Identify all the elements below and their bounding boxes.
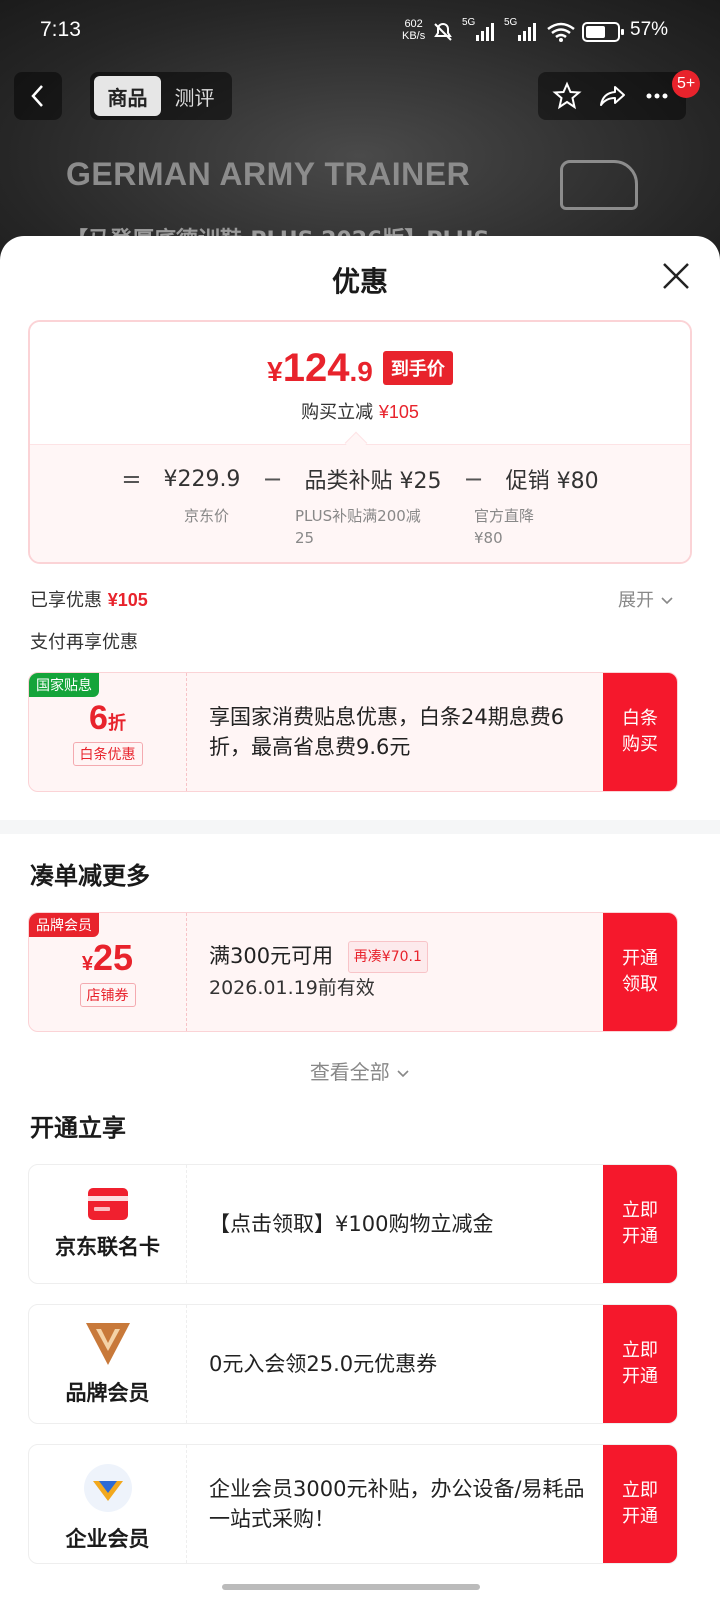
benefit-name: 企业会员 [65,1527,150,1551]
status-bar: 7:13 602 KB/s 5G 5G 57% [0,0,720,64]
chevron-down-icon [397,1070,409,1078]
share-icon[interactable] [597,81,627,111]
baitiao-buy-button[interactable]: 白条购买 [603,673,677,791]
state-subsidy-coupon: 6 折 白条优惠 享国家消费贴息优惠，白条24期息费6折，最高省息费9.6元 白… [28,672,678,792]
chevron-down-icon [661,597,673,605]
signal-icon-2: 5G [504,17,538,43]
promotion-caption: 官方直降¥80 [474,507,535,547]
discount-sheet: 优惠 ¥ 124 .9 到手价 购买立减 ¥105 = ¥229.9 − 品类补… [0,236,720,1600]
shop-coupon: ¥ 25 店铺券 满300元可用 再凑¥70.1 2026.01.19前有效 开… [28,912,678,1032]
benefit-card-enterprise: 企业会员 企业会员3000元补贴，办公设备/易耗品一站式采购！ 立即开通 [28,1444,678,1564]
pay-more-label: 支付再享优惠 [30,632,138,653]
open-now-button[interactable]: 立即开通 [603,1445,677,1563]
tab-review[interactable]: 测评 [161,76,228,116]
sheet-title: 优惠 [331,265,388,298]
enjoyed-discount: 已享优惠 ¥105 [30,590,148,611]
coupon-validity: 2026.01.19前有效 [209,977,375,999]
benefit-name: 京东联名卡 [55,1235,160,1259]
battery-icon [582,22,624,42]
header-tabs: 商品 测评 [90,72,232,120]
v-logo-icon [85,1323,130,1365]
close-icon[interactable] [658,258,694,294]
coupon-amount: 25 [93,937,134,978]
price-formula: = ¥229.9 − 品类补贴 ¥25 − 促销 ¥80 [121,465,599,494]
more-needed-tag: 再凑¥70.1 [347,941,428,973]
open-now-button[interactable]: 立即开通 [603,1165,677,1283]
final-price-tag: 到手价 [382,351,453,385]
banner-title: GERMAN ARMY TRAINER [66,156,471,192]
benefit-description: 0元入会领25.0元优惠券 [209,1352,438,1376]
back-button[interactable] [14,72,62,120]
message-badge: 5+ [672,70,701,98]
shop-coupon-tag: 店铺券 [79,983,136,1007]
benefit-description: 【点击领取】¥100购物立减金 [209,1212,494,1236]
open-claim-button[interactable]: 开通领取 [603,913,677,1031]
benefit-card-jd: 京东联名卡 【点击领取】¥100购物立减金 立即开通 [28,1164,678,1284]
instant-discount: 购买立减 ¥105 [301,402,419,423]
promotion-value: 促销 ¥80 [505,469,599,494]
status-time: 7:13 [40,18,81,41]
star-icon[interactable] [552,81,582,111]
jd-price-caption: 京东价 [184,507,230,525]
battery-percent: 57% [630,19,669,40]
view-all-button[interactable]: 查看全部 [0,1056,720,1085]
credit-card-icon [87,1188,128,1220]
benefit-description: 企业会员3000元补贴，办公设备/易耗品一站式采购！ [209,1477,585,1531]
expand-button[interactable]: 展开 [618,586,674,612]
enterprise-logo-icon [83,1464,132,1512]
state-subsidy-tag: 国家贴息 [29,673,99,697]
more-icon[interactable] [642,81,672,111]
shoe-icon [560,160,638,210]
category-subsidy-caption: PLUS补贴满200减25 [295,507,421,547]
bundle-section-title: 凑单减更多 [30,862,150,890]
price-breakdown-card: ¥ 124 .9 到手价 购买立减 ¥105 = ¥229.9 − 品类补贴 ¥… [28,320,692,564]
coupon-condition: 满300元可用 [209,944,334,968]
category-subsidy-value: 品类补贴 ¥25 [304,469,442,494]
header-actions [538,72,686,120]
chevron-left-icon [31,85,43,107]
baitiao-tag: 白条优惠 [72,741,143,766]
benefit-name: 品牌会员 [65,1381,150,1405]
brand-member-tag: 品牌会员 [29,913,99,937]
mute-bell-icon [434,22,452,41]
benefit-card-brand: 品牌会员 0元入会领25.0元优惠券 立即开通 [28,1304,678,1424]
final-price: ¥ 124 .9 到手价 [30,346,690,391]
jd-price-value: ¥229.9 [163,466,241,492]
open-section-title: 开通立享 [30,1114,126,1142]
home-indicator[interactable] [222,1584,480,1590]
status-icons: 5G 5G [432,17,576,46]
discount-value: 6 [89,698,108,737]
open-now-button[interactable]: 立即开通 [603,1305,677,1423]
signal-icon-1: 5G [462,17,496,43]
network-speed: 602 KB/s [402,18,426,42]
state-subsidy-description: 享国家消费贴息优惠，白条24期息费6折，最高省息费9.6元 [209,705,565,759]
tab-product[interactable]: 商品 [94,76,161,116]
wifi-icon [547,22,575,42]
